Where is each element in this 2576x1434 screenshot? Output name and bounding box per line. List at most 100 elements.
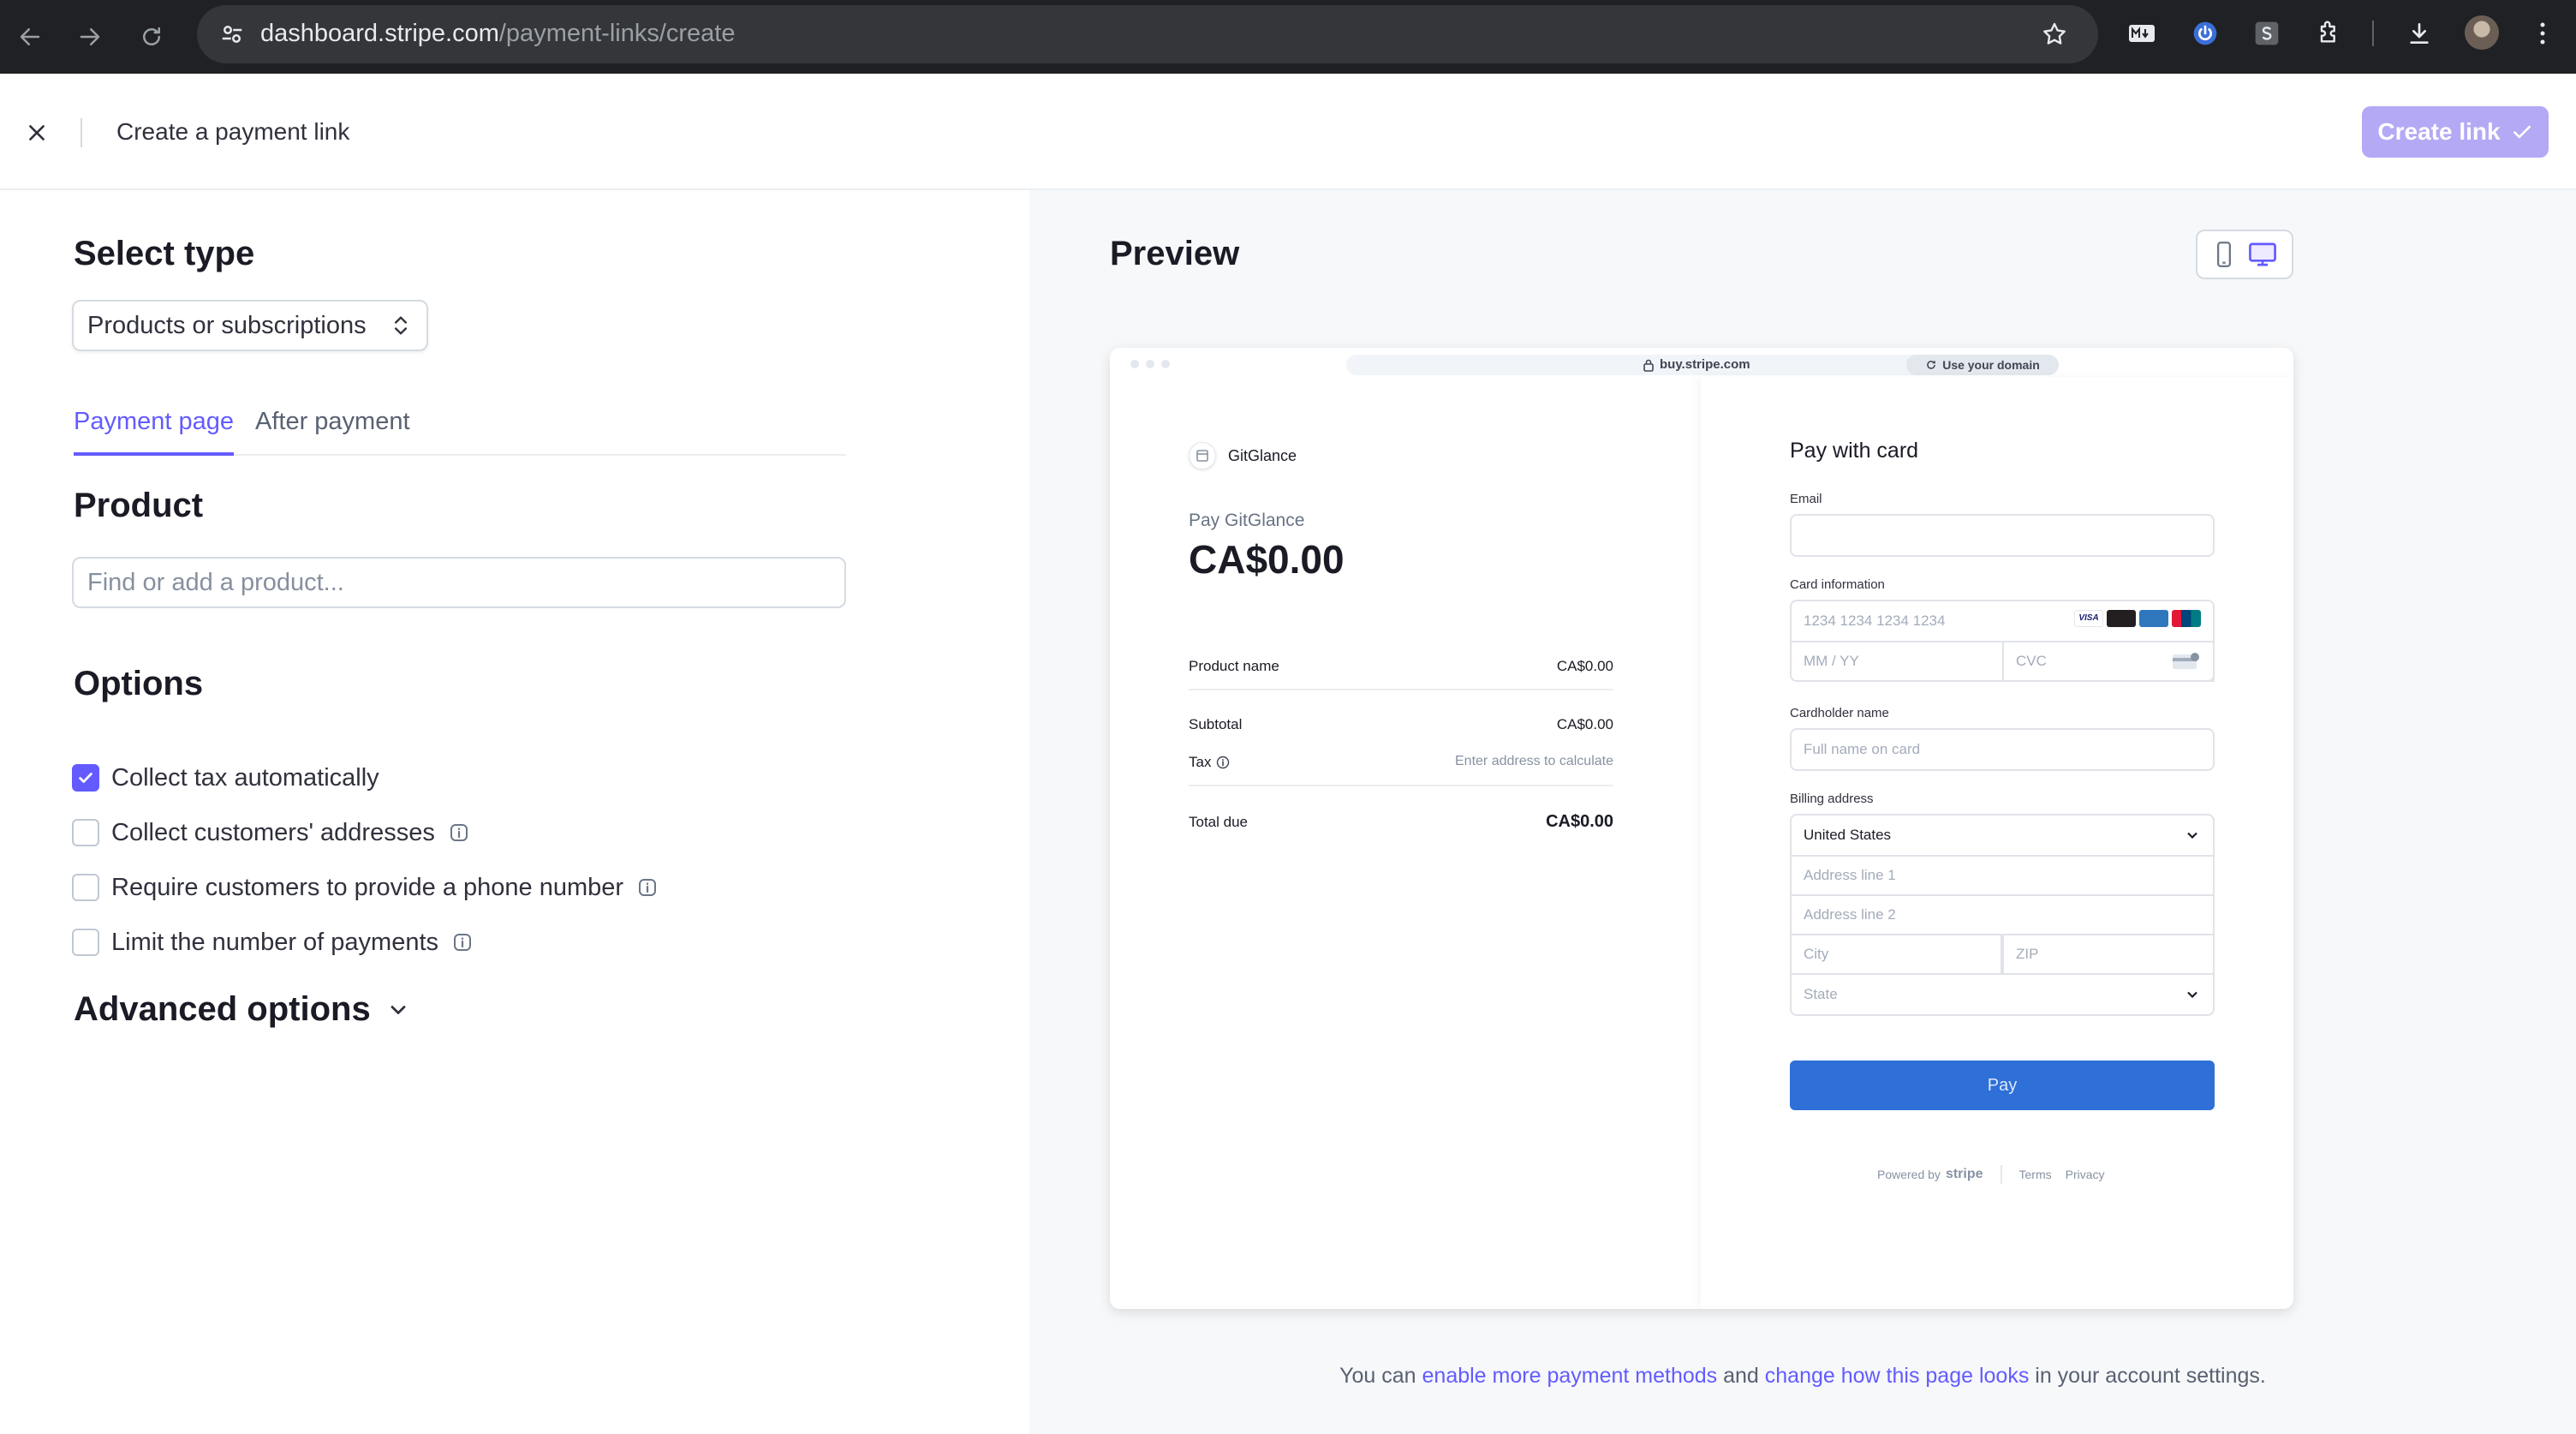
option-label: Require customers to provide a phone num… <box>111 873 624 901</box>
close-button[interactable] <box>17 113 57 152</box>
cvc-field[interactable]: CVC <box>2002 641 2215 682</box>
page-title: Create a payment link <box>116 118 350 145</box>
arrow-right-icon <box>80 28 100 45</box>
summary-divider <box>1189 785 1613 786</box>
s-extension-icon[interactable] <box>2247 14 2287 53</box>
configuration-pane: Select type Products or subscriptions Pa… <box>0 190 1029 1434</box>
preview-url-bar: buy.stripe.com Use your domain <box>1346 355 2059 375</box>
site-settings-icon[interactable] <box>211 13 253 56</box>
address-line-1-field[interactable]: Address line 1 <box>1790 855 2215 896</box>
option-collect-addresses[interactable]: Collect customers' addresses <box>72 816 469 850</box>
info-icon[interactable] <box>452 932 473 953</box>
advanced-options-heading: Advanced options <box>74 990 371 1028</box>
preview-pane: Preview buy.stripe.com Use your domain G… <box>1029 190 2576 1434</box>
tax-value: Enter address to calculate <box>1455 754 1613 768</box>
back-button[interactable] <box>9 15 51 58</box>
forward-button[interactable] <box>69 15 111 58</box>
cvc-card-icon <box>2172 652 2201 671</box>
preview-browser-bar: buy.stripe.com Use your domain <box>1110 348 2293 377</box>
address-bar[interactable]: dashboard.stripe.com/payment-links/creat… <box>197 5 2098 63</box>
line-item-tax: Tax Enter address to calculate <box>1189 754 1613 771</box>
browser-menu-icon[interactable] <box>2523 14 2562 53</box>
toolbar-divider <box>2372 21 2374 46</box>
zip-field[interactable]: ZIP <box>2002 934 2215 975</box>
product-amount: CA$0.00 <box>1556 658 1613 674</box>
chevron-down-icon <box>2184 827 2201 844</box>
use-domain-button[interactable]: Use your domain <box>1906 355 2059 375</box>
visa-icon: VISA <box>2074 610 2103 627</box>
reload-icon <box>143 27 160 45</box>
profile-avatar[interactable] <box>2465 15 2499 50</box>
desktop-icon[interactable] <box>2248 241 2277 268</box>
url-host: dashboard.stripe.com <box>260 20 499 47</box>
subtotal-amount: CA$0.00 <box>1556 716 1613 732</box>
preview-heading: Preview <box>1110 235 1240 272</box>
product-search-input[interactable] <box>72 557 846 608</box>
pay-merchant-label: Pay GitGlance <box>1189 511 1305 530</box>
option-require-phone[interactable]: Require customers to provide a phone num… <box>72 870 658 905</box>
info-icon[interactable] <box>637 877 658 898</box>
advanced-options-toggle[interactable]: Advanced options <box>74 990 410 1029</box>
download-icon[interactable] <box>2400 14 2439 53</box>
mobile-icon[interactable] <box>2212 241 2236 268</box>
option-collect-tax[interactable]: Collect tax automatically <box>72 761 379 795</box>
type-select[interactable]: Products or subscriptions <box>72 300 428 351</box>
extensions-puzzle-icon[interactable] <box>2309 14 2348 53</box>
settings-note: You can enable more payment methods and … <box>1029 1364 2576 1389</box>
state-select[interactable]: State <box>1790 973 2215 1016</box>
info-icon <box>1217 756 1230 769</box>
options-heading: Options <box>74 665 204 702</box>
email-field[interactable] <box>1790 514 2215 557</box>
card-number-field[interactable]: 1234 1234 1234 1234 VISA <box>1790 600 2215 642</box>
checkout-preview: buy.stripe.com Use your domain GitGlance… <box>1110 348 2293 1309</box>
address2-placeholder: Address line 2 <box>1804 906 1896 923</box>
checkmark-icon <box>2513 125 2531 139</box>
terms-link[interactable]: Terms <box>2019 1168 2052 1181</box>
preview-url: buy.stripe.com <box>1643 357 1750 372</box>
checkbox-require-phone[interactable] <box>72 874 99 901</box>
country-select[interactable]: United States <box>1790 814 2215 857</box>
refresh-icon <box>1927 361 1936 369</box>
city-placeholder: City <box>1804 946 1829 962</box>
note-text: and <box>1717 1364 1765 1388</box>
checkbox-collect-tax[interactable] <box>72 764 99 792</box>
billing-label: Billing address <box>1790 792 1874 806</box>
line-item-total: Total due CA$0.00 <box>1189 812 1613 832</box>
checkbox-limit-payments[interactable] <box>72 929 99 956</box>
cardholder-placeholder: Full name on card <box>1804 741 1921 757</box>
city-field[interactable]: City <box>1790 934 2002 975</box>
privacy-link[interactable]: Privacy <box>2066 1168 2105 1181</box>
card-info-label: Card information <box>1790 577 1885 592</box>
enable-payment-methods-link[interactable]: enable more payment methods <box>1422 1364 1718 1388</box>
bookmark-star-icon[interactable] <box>2035 15 2074 54</box>
zip-placeholder: ZIP <box>2016 946 2039 962</box>
tab-payment-page[interactable]: Payment page <box>74 408 235 456</box>
pay-button[interactable]: Pay <box>1790 1061 2215 1110</box>
address-line-2-field[interactable]: Address line 2 <box>1790 894 2215 935</box>
info-icon[interactable] <box>449 822 469 843</box>
lock-icon <box>1643 359 1654 372</box>
amex-icon <box>2139 610 2168 627</box>
total-amount: CA$0.00 <box>1189 537 1345 582</box>
change-page-look-link[interactable]: change how this page looks <box>1765 1364 2030 1388</box>
preview-url-text: buy.stripe.com <box>1660 357 1750 372</box>
cvc-placeholder: CVC <box>2016 653 2047 669</box>
merchant-name: GitGlance <box>1228 446 1297 464</box>
reload-button[interactable] <box>130 15 173 58</box>
checkmark-icon <box>79 773 92 783</box>
power-extension-icon[interactable] <box>2185 14 2225 53</box>
card-brands: VISA <box>2074 610 2201 627</box>
url-path: /payment-links/create <box>498 20 736 47</box>
email-label: Email <box>1790 492 1822 506</box>
unionpay-icon <box>2172 610 2201 627</box>
create-link-button[interactable]: Create link <box>2362 106 2549 158</box>
store-icon <box>1189 442 1216 469</box>
checkbox-collect-addresses[interactable] <box>72 819 99 846</box>
device-toggle <box>2196 230 2293 279</box>
total-due-label: Total due <box>1189 813 1248 830</box>
tab-after-payment[interactable]: After payment <box>255 408 410 456</box>
cardholder-field[interactable]: Full name on card <box>1790 728 2215 771</box>
card-number-placeholder: 1234 1234 1234 1234 <box>1804 612 1946 629</box>
option-limit-payments[interactable]: Limit the number of payments <box>72 925 473 959</box>
markdown-extension-icon[interactable] <box>2122 14 2162 53</box>
